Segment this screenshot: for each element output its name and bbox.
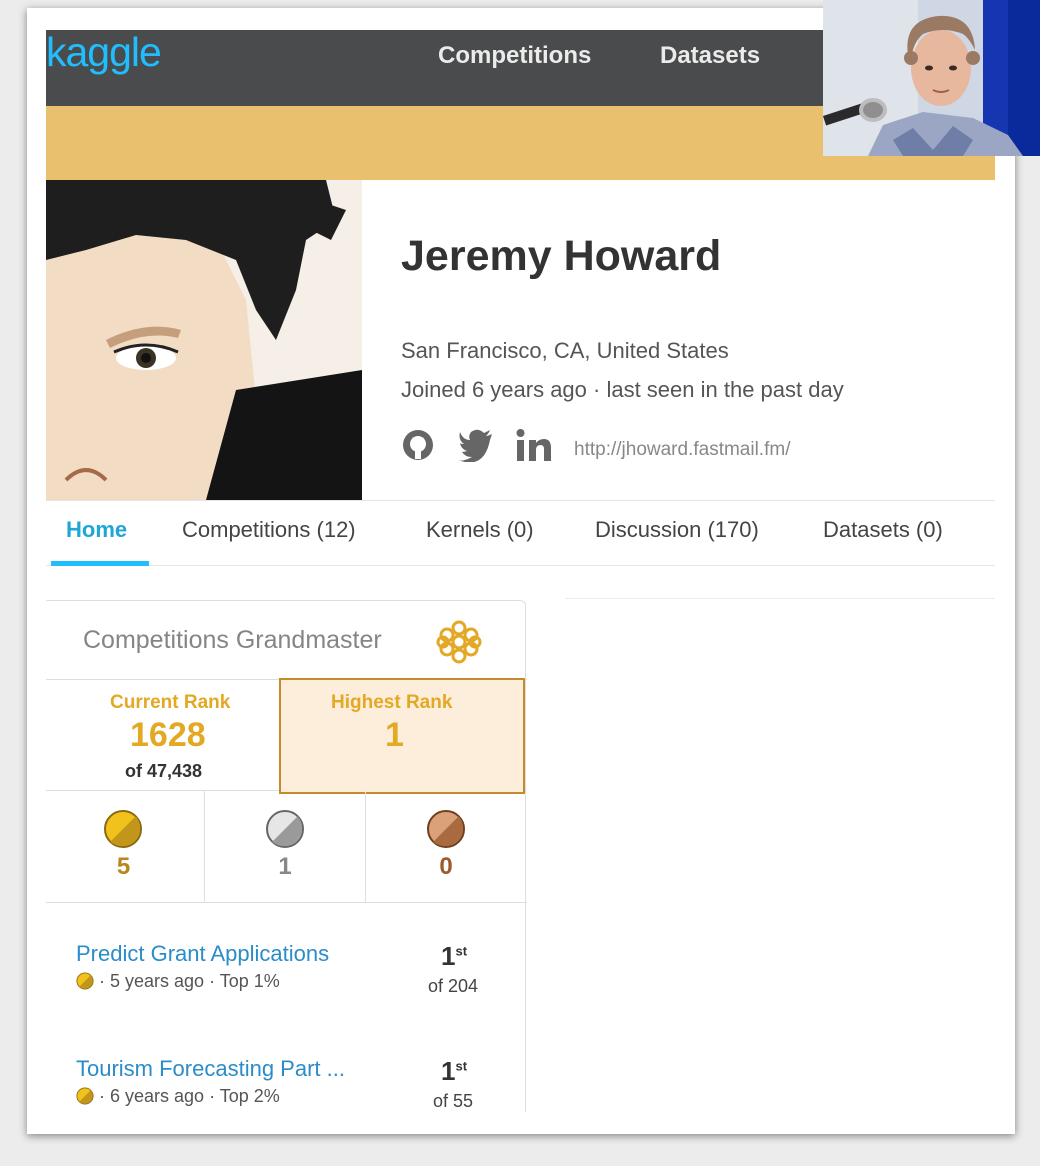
active-tab-indicator	[51, 561, 149, 566]
silver-medal-cell: 1	[204, 791, 365, 902]
competition-total: of 204	[427, 976, 479, 996]
presenter-video	[823, 0, 1040, 156]
highest-rank-value: 1	[385, 716, 404, 754]
tab-kernels[interactable]: Kernels (0)	[426, 517, 534, 543]
kaggle-profile-page: kaggle Competitions Datasets Jeremy Howa…	[46, 8, 995, 1112]
profile-name: Jeremy Howard	[401, 232, 722, 280]
profile-website-link[interactable]: http://jhoward.fastmail.fm/	[574, 439, 790, 461]
highest-rank-label: Highest Rank	[331, 692, 453, 713]
competition-meta: · 5 years ago · Top 1%	[76, 971, 280, 992]
tab-competitions[interactable]: Competitions (12)	[182, 517, 356, 543]
gold-medal-count: 5	[116, 853, 131, 880]
profile-location: San Francisco, CA, United States	[401, 338, 729, 363]
current-rank-label: Current Rank	[110, 692, 231, 713]
gold-medal-icon	[76, 1087, 94, 1105]
bronze-medal-count: 0	[439, 853, 453, 880]
nav-link-competitions[interactable]: Competitions	[438, 42, 591, 70]
tab-home[interactable]: Home	[66, 517, 127, 543]
grandmaster-tier-icon	[433, 616, 485, 673]
linkedin-icon[interactable]	[516, 428, 552, 467]
twitter-icon[interactable]	[458, 428, 494, 467]
current-rank-total: of 47,438	[125, 761, 203, 781]
competition-meta-text: · 5 years ago · Top 1%	[99, 971, 280, 991]
current-rank-value: 1628	[130, 716, 206, 754]
silver-medal-icon	[265, 809, 305, 854]
right-content-panel	[565, 598, 995, 788]
github-icon[interactable]	[401, 428, 435, 467]
profile-joined: Joined 6 years ago · last seen in the pa…	[401, 377, 844, 402]
competition-meta: · 6 years ago · Top 2%	[76, 1086, 280, 1107]
profile-tabs: Home Competitions (12) Kernels (0) Discu…	[46, 500, 995, 566]
avatar[interactable]	[46, 180, 362, 500]
kaggle-logo[interactable]: kaggle	[46, 30, 162, 74]
browser-frame: kaggle Competitions Datasets Jeremy Howa…	[27, 8, 1015, 1134]
competition-title[interactable]: Predict Grant Applications	[76, 941, 329, 967]
medal-counts: 5 1 0	[46, 791, 527, 903]
tier-title: Competitions Grandmaster	[83, 626, 382, 654]
competition-meta-text: · 6 years ago · Top 2%	[99, 1086, 280, 1106]
bronze-medal-icon	[426, 809, 466, 854]
tab-discussion[interactable]: Discussion (170)	[595, 517, 759, 543]
competition-place-value: 1	[441, 941, 456, 971]
silver-medal-count: 1	[278, 853, 292, 880]
list-item[interactable]: Predict Grant Applications · 5 years ago…	[46, 941, 527, 1041]
gold-medal-cell: 5	[46, 791, 204, 902]
highest-rank-box: Highest Rank 1	[279, 678, 525, 794]
gold-medal-icon	[103, 809, 143, 854]
competition-place-suffix: st	[455, 943, 468, 959]
rank-row: Current Rank 1628 of 47,438 Highest Rank…	[46, 678, 527, 794]
competition-title[interactable]: Tourism Forecasting Part ...	[76, 1056, 345, 1082]
competition-place: 1st	[441, 941, 467, 972]
tab-datasets[interactable]: Datasets (0)	[823, 517, 943, 543]
competitions-tier-card: Competitions Grandmaster Current Rank 16…	[46, 600, 527, 1112]
competition-total: of 55	[432, 1091, 474, 1111]
competition-place-value: 1	[441, 1056, 456, 1086]
competition-place-suffix: st	[455, 1058, 468, 1074]
avatar-illustration	[46, 180, 362, 500]
gold-medal-icon	[76, 972, 94, 990]
bronze-medal-cell: 0	[365, 791, 526, 902]
list-item[interactable]: Tourism Forecasting Part ... · 6 years a…	[46, 1056, 527, 1112]
competition-place: 1st	[441, 1056, 467, 1087]
nav-link-datasets[interactable]: Datasets	[660, 42, 760, 70]
webcam-overlay	[823, 0, 1040, 156]
